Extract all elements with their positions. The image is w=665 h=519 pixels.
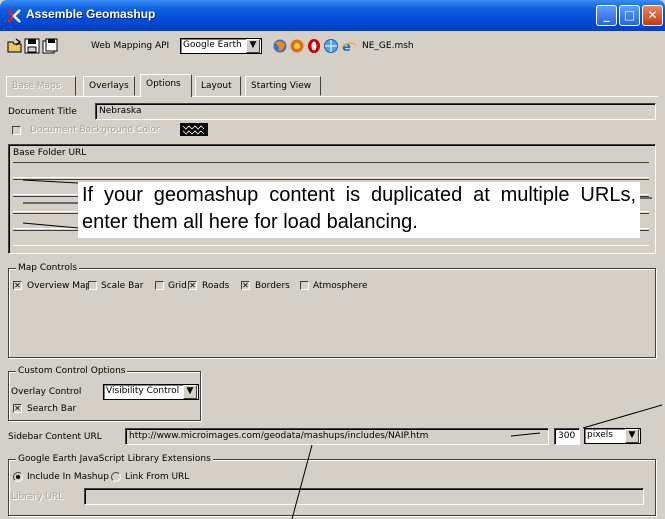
opera-icon[interactable] <box>306 38 322 54</box>
library-url-input[interactable] <box>84 488 644 505</box>
unit-select[interactable]: pixels ▼ <box>584 428 641 444</box>
include-in-mashup-radio[interactable] <box>13 472 23 482</box>
overlay-control-select[interactable]: Visibility Control ▼ <box>103 384 199 400</box>
maximize-button[interactable]: □ <box>619 5 640 26</box>
link-from-url-radio[interactable] <box>111 472 121 482</box>
file-name: NE_GE.msh <box>362 41 414 51</box>
chevron-down-icon[interactable]: ▼ <box>183 385 197 399</box>
roads-checkbox[interactable] <box>188 281 197 290</box>
include-in-mashup-label: Include In Mashup <box>27 472 109 482</box>
open-folder-icon[interactable] <box>7 38 23 54</box>
library-url-label: Library URL <box>11 492 64 502</box>
overlay-control-value: Visibility Control <box>106 386 180 396</box>
title-bar[interactable]: Assemble Geomashup _ □ ✕ <box>0 0 665 31</box>
link-from-url-label: Link From URL <box>125 472 190 482</box>
api-label: Web Mapping API <box>91 41 170 51</box>
annotation-callout: If your geomashup content is duplicated … <box>78 182 640 238</box>
save-as-icon[interactable] <box>42 38 58 54</box>
save-icon[interactable] <box>24 38 40 54</box>
tab-options[interactable]: Options <box>140 74 192 97</box>
sidebar-width-input[interactable]: 300 <box>554 428 580 445</box>
browser3-icon[interactable]: e <box>341 38 357 54</box>
map-controls-title: Map Controls <box>16 263 80 273</box>
api-select-value: Google Earth <box>183 40 242 50</box>
api-select[interactable]: Google Earth ▼ <box>180 38 262 54</box>
minimize-button[interactable]: _ <box>596 5 617 26</box>
firefox-icon[interactable] <box>272 38 288 54</box>
roads-label: Roads <box>202 281 230 291</box>
browser-icon[interactable] <box>289 38 305 54</box>
tab-starting-view[interactable]: Starting View <box>245 76 321 96</box>
overlay-control-label: Overlay Control <box>11 387 82 397</box>
base-folder-label: Base Folder URL <box>13 148 87 158</box>
borders-label: Borders <box>255 281 290 291</box>
tab-base-maps[interactable]: Base Maps <box>6 76 76 96</box>
overview-map-checkbox[interactable] <box>13 281 22 290</box>
sidebar-url-input[interactable]: http://www.microimages.com/geodata/mashu… <box>125 428 549 445</box>
atmosphere-checkbox[interactable] <box>300 281 309 290</box>
overview-map-label: Overview Map <box>27 281 92 291</box>
document-title-label: Document Title <box>8 107 77 117</box>
close-button[interactable]: ✕ <box>642 5 663 26</box>
window-title: Assemble Geomashup <box>26 7 156 21</box>
sidebar-url-label: Sidebar Content URL <box>8 432 102 442</box>
js-extensions-title: Google Earth JavaScript Library Extensio… <box>16 454 213 464</box>
scale-bar-label: Scale Bar <box>101 281 144 291</box>
bg-color-label: Document Background Color <box>30 125 160 135</box>
atmosphere-label: Atmosphere <box>313 281 368 291</box>
leader-line <box>582 404 663 429</box>
unit-select-value: pixels <box>587 430 613 440</box>
bg-color-swatch[interactable] <box>180 123 208 136</box>
borders-checkbox[interactable] <box>241 281 250 290</box>
tab-overlays[interactable]: Overlays <box>83 76 135 96</box>
list-item[interactable] <box>13 162 649 178</box>
custom-controls-title: Custom Control Options <box>16 366 128 376</box>
tab-layout[interactable]: Layout <box>195 76 241 96</box>
svg-text:e: e <box>342 40 351 54</box>
app-window: Assemble Geomashup _ □ ✕ Web Mapping API… <box>0 0 665 519</box>
chevron-down-icon[interactable]: ▼ <box>625 429 639 443</box>
document-title-input[interactable]: Nebraska <box>95 103 656 120</box>
chevron-down-icon[interactable]: ▼ <box>246 39 260 53</box>
bg-color-checkbox[interactable] <box>12 126 21 135</box>
grid-label: Grid <box>168 281 187 291</box>
tab-panel-border <box>6 96 658 97</box>
app-icon <box>7 9 21 23</box>
grid-checkbox[interactable] <box>155 281 164 290</box>
browser2-icon[interactable] <box>323 38 339 54</box>
search-bar-label: Search Bar <box>27 404 77 414</box>
search-bar-checkbox[interactable] <box>13 404 22 413</box>
scale-bar-checkbox[interactable] <box>88 281 97 290</box>
